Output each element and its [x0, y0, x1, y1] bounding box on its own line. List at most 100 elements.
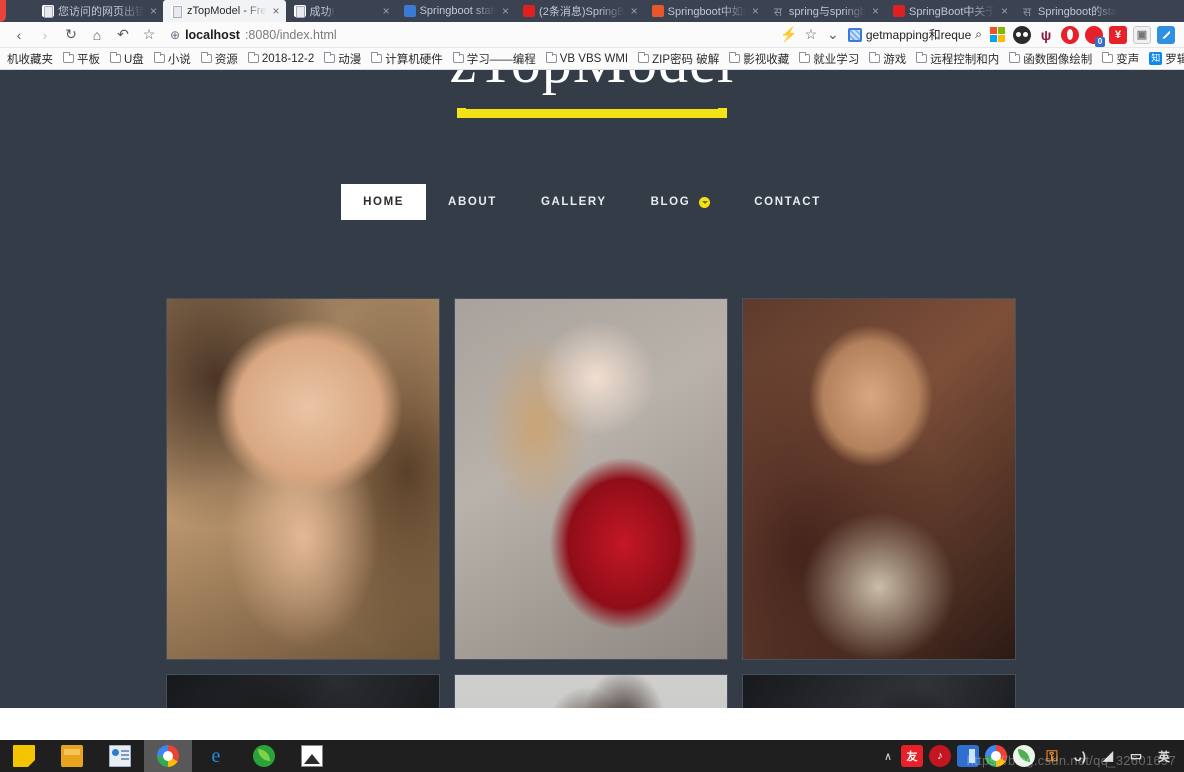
bookmark-item[interactable]: 学习——编程 [448, 51, 541, 67]
gallery-item[interactable] [742, 298, 1016, 660]
tab-close-button[interactable]: × [383, 5, 390, 17]
browser-tab-5[interactable]: Springboot中如f × [644, 0, 765, 22]
nav-item-gallery[interactable]: GALLERY [519, 184, 629, 220]
gallery-item[interactable] [454, 298, 728, 660]
bookmark-item[interactable]: VB VBS WMI [541, 52, 633, 65]
volume-icon[interactable]: ᴗ) [1069, 745, 1091, 767]
url-host: localhost [185, 27, 240, 42]
bookmark-item[interactable]: 变声 [1097, 51, 1144, 67]
bookmark-item[interactable]: 动漫 [319, 51, 366, 67]
blue-pen-icon[interactable] [1157, 25, 1175, 44]
taskbar-item-file-explorer[interactable] [48, 740, 96, 772]
bookmark-label: 变声 [1116, 53, 1140, 66]
nav-item-blog[interactable]: BLOG [629, 184, 733, 220]
browser-tab-7[interactable]: SpringBoot中关于 × [885, 0, 1014, 22]
bookmark-item[interactable]: 2018-12-2 [243, 52, 319, 65]
bookmark-item[interactable]: 知罗辑思维、 [1144, 51, 1184, 67]
browser-tab-2[interactable]: 成功! × [286, 0, 396, 22]
nav-label: HOME [363, 196, 405, 208]
site-header: zTopModel [0, 70, 1184, 118]
qq-icon[interactable]: 友 [901, 745, 923, 767]
taskbar-item-microsoft-edge[interactable]: e [192, 740, 240, 772]
search-icon[interactable]: ⌕ [975, 27, 982, 42]
favorite-star-icon[interactable]: ☆ [800, 24, 822, 46]
show-hidden-icons-icon[interactable]: ∧ [884, 750, 892, 763]
nav-item-about[interactable]: ABOUT [426, 184, 519, 220]
taskbar-item-google-chrome[interactable] [144, 740, 192, 772]
browser-tab-1-active[interactable]: zTopModel - Fre × [163, 0, 286, 22]
bookmark-item[interactable]: 游戏 [864, 51, 911, 67]
bookmark-label: 影视收藏 [743, 53, 790, 66]
tab-close-button[interactable]: × [872, 5, 879, 17]
bookmark-item[interactable]: 计算机硬件 [366, 51, 448, 67]
chevron-down-icon[interactable] [699, 196, 711, 208]
gray-frame-icon[interactable]: ▣ [1133, 25, 1151, 44]
blue-app-icon[interactable] [957, 745, 979, 767]
gallery-item[interactable] [742, 674, 1016, 708]
tab-close-button[interactable]: × [631, 5, 638, 17]
tab-close-button[interactable]: × [1001, 5, 1008, 17]
bookmark-item[interactable]: 小说 [149, 51, 196, 67]
taskbar-item-photo-viewer[interactable] [288, 740, 336, 772]
dark-glasses-icon[interactable] [1013, 25, 1031, 44]
bookmark-item[interactable]: 函数图像绘制 [1004, 51, 1097, 67]
star-icon[interactable]: ☆ [136, 24, 162, 46]
bookmark-item[interactable]: 资源 [196, 51, 243, 67]
gallery-item[interactable] [166, 674, 440, 708]
search-box[interactable]: getmapping和reque ⌕ [844, 26, 986, 43]
bookmark-label: 远程控制和内 [930, 53, 1000, 66]
url-input[interactable]: ⊕ localhost:8080/index.html [170, 24, 778, 46]
home-icon[interactable]: ⌂ [84, 24, 110, 46]
tab-close-button[interactable]: × [150, 5, 157, 17]
forward-arrow-icon: › [42, 26, 48, 43]
bookmark-item[interactable]: 影视收藏 [724, 51, 794, 67]
bookmark-label: 就业学习 [813, 53, 860, 66]
bookmark-item[interactable]: U盘 [105, 51, 149, 67]
browser-tab-6[interactable]: spring与springb × [765, 0, 885, 22]
gallery-item[interactable] [166, 298, 440, 660]
bookmark-item[interactable]: ZIP密码 破解 [633, 51, 724, 67]
browser-tab-0[interactable]: 您访问的网页出错 × [34, 0, 163, 22]
maroon-w-icon[interactable]: ψ [1037, 26, 1055, 44]
tab-close-button[interactable]: × [273, 5, 280, 17]
orange-key-icon[interactable]: ⚿ [1041, 745, 1063, 767]
tab-close-button[interactable]: × [752, 5, 759, 17]
reload-icon[interactable]: ↻ [58, 24, 84, 46]
taskbar-item-contacts[interactable] [96, 740, 144, 772]
nav-label: ABOUT [448, 196, 497, 208]
windows-squares-icon[interactable] [989, 26, 1007, 44]
green-shield-icon[interactable] [1013, 745, 1035, 767]
bookmark-item[interactable]: 就业学习 [794, 51, 864, 67]
netease-music-icon[interactable]: ♪ [929, 745, 951, 767]
bookmark-item[interactable]: 平板 [58, 51, 105, 67]
csdn-red-icon [523, 5, 536, 17]
browser-tab-3[interactable]: Springboot stati × [396, 0, 515, 22]
chevron-down-icon[interactable]: ⌄ [822, 24, 844, 46]
collections-icon[interactable]: ⚡ [778, 24, 800, 46]
network-icon[interactable]: ◢ [1097, 745, 1119, 767]
taskbar-item-leaf-browser[interactable] [240, 740, 288, 772]
nav-item-contact[interactable]: CONTACT [732, 184, 843, 220]
opera-icon[interactable] [1061, 25, 1079, 44]
browser-tab-8[interactable]: Springboot的sta [1014, 0, 1123, 22]
bookmark-label: 游戏 [883, 53, 907, 66]
badge-counter-icon[interactable] [1085, 25, 1105, 47]
chrome-tray-icon[interactable] [985, 745, 1007, 767]
taskbar-item-sticky-notes[interactable] [0, 740, 48, 772]
browser-tab-4[interactable]: (2条消息)SpringB × [515, 0, 644, 22]
bookmark-item[interactable]: 远程控制和内 [911, 51, 1004, 67]
nav-item-home[interactable]: HOME [341, 184, 427, 220]
battery-icon[interactable]: ▭ [1125, 745, 1147, 767]
folder-icon [545, 52, 557, 63]
bookmark-item[interactable]: 机收藏夹 [2, 51, 58, 67]
back-arrow-icon[interactable]: ‹ [6, 24, 32, 46]
tab-close-button[interactable]: × [502, 5, 509, 17]
history-icon[interactable]: ↶ [110, 24, 136, 46]
yen-icon[interactable]: ¥ [1109, 25, 1127, 44]
gallery-item[interactable] [454, 674, 728, 708]
bookmarks-bar: 机收藏夹 平板 U盘 小说 资源 2018-12-2 动漫 计算机硬件 学习——… [0, 48, 1184, 70]
input-method-icon[interactable]: 英 [1153, 745, 1175, 767]
search-engine-icon [847, 27, 862, 42]
nav-label: GALLERY [540, 196, 607, 208]
taskbar-app-list: e [0, 740, 336, 772]
